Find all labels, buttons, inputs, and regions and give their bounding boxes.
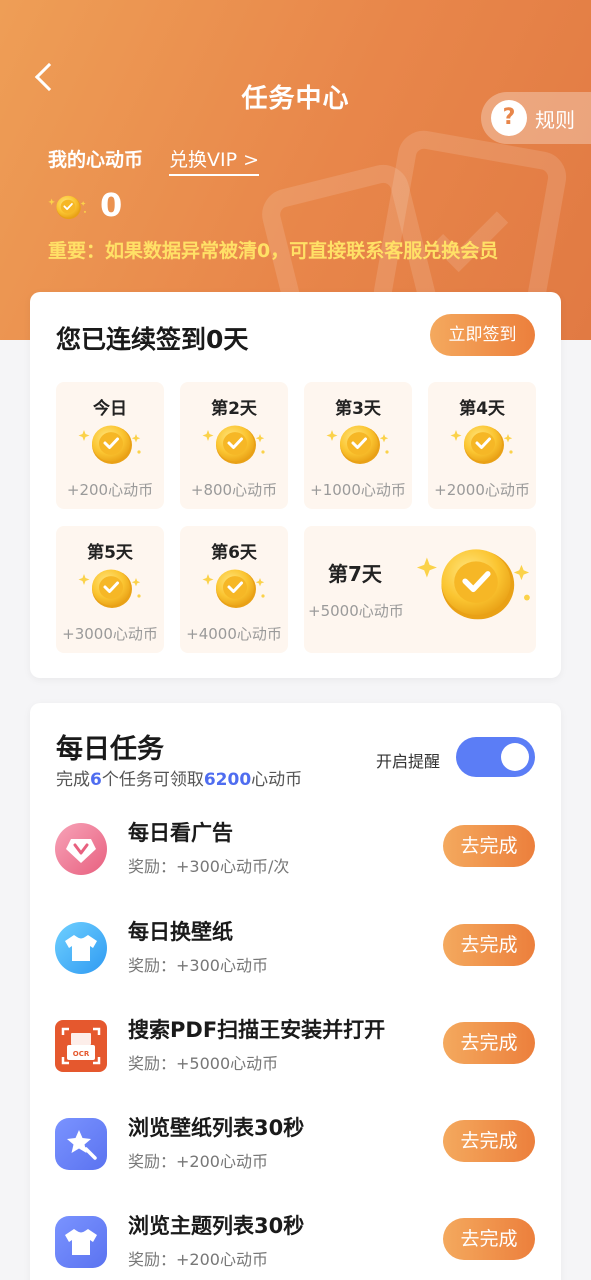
daily-tasks-title: 每日任务 <box>56 734 164 765</box>
subtitle-suffix: 心动币 <box>251 770 303 790</box>
day-label: 今日 <box>93 399 127 419</box>
go-complete-button[interactable]: 去完成 <box>443 1218 535 1260</box>
question-icon: ? <box>491 100 527 136</box>
task-name: 浏览壁纸列表30秒 <box>128 1116 305 1140</box>
my-coins-label: 我的心动币 <box>48 149 144 171</box>
task-reward: 奖励：+300心动币/次 <box>128 857 290 876</box>
checkin-title: 您已连续签到0天 <box>56 325 249 354</box>
daily-tasks-card: 每日任务 完成6个任务可领取6200心动币 开启提醒 每日看广告 奖励：+300… <box>30 703 561 1280</box>
daily-tasks-subtitle: 完成6个任务可领取6200心动币 <box>56 765 302 790</box>
task-name: 搜索PDF扫描王安装并打开 <box>128 1018 386 1042</box>
coin-icon <box>202 568 268 608</box>
task-reward: 奖励：+5000心动币 <box>128 1054 279 1073</box>
checkin-day-1[interactable]: 今日 +200心动币 <box>56 382 164 509</box>
task-count: 6 <box>90 770 102 790</box>
checkin-day-7[interactable]: 第7天 +5000心动币 <box>304 526 536 653</box>
ad-video-icon <box>55 823 107 875</box>
task-row-pdf-scanner: OCR 搜索PDF扫描王安装并打开 奖励：+5000心动币 去完成 <box>30 1006 561 1096</box>
total-reward: 6200 <box>203 770 252 790</box>
coin-icon <box>326 424 392 464</box>
checkin-day-6[interactable]: 第6天 +4000心动币 <box>180 526 288 653</box>
coin-icon <box>78 568 144 608</box>
reminder-toggle[interactable] <box>456 737 535 777</box>
ocr-scanner-icon: OCR <box>55 1020 107 1072</box>
coin-icon <box>48 190 88 224</box>
go-complete-button[interactable]: 去完成 <box>443 825 535 867</box>
rules-label: 规则 <box>535 108 575 132</box>
day-reward: +4000心动币 <box>186 625 282 643</box>
day-label: 第2天 <box>211 399 257 419</box>
notice-text: 重要：如果数据异常被清0，可直接联系客服兑换会员 <box>48 240 499 262</box>
task-row-watch-ads: 每日看广告 奖励：+300心动币/次 去完成 <box>30 809 561 899</box>
sign-in-button[interactable]: 立即签到 <box>430 314 535 356</box>
coin-icon <box>78 424 144 464</box>
task-row-browse-wallpapers: 浏览壁纸列表30秒 奖励：+200心动币 去完成 <box>30 1104 561 1194</box>
task-reward: 奖励：+200心动币 <box>128 1250 268 1269</box>
toggle-knob <box>501 743 529 771</box>
day-reward: +2000心动币 <box>434 481 530 499</box>
theme-shirt-icon <box>55 1216 107 1268</box>
day-reward: +3000心动币 <box>62 625 158 643</box>
task-reward: 奖励：+300心动币 <box>128 956 268 975</box>
go-complete-button[interactable]: 去完成 <box>443 1022 535 1064</box>
coin-balance: 0 <box>100 186 123 224</box>
checkin-day-2[interactable]: 第2天 +800心动币 <box>180 382 288 509</box>
coin-icon <box>450 424 516 464</box>
subtitle-mid: 个任务可领取 <box>101 770 204 790</box>
coin-icon <box>202 424 268 464</box>
reminder-label: 开启提醒 <box>376 752 441 771</box>
go-complete-button[interactable]: 去完成 <box>443 1120 535 1162</box>
tshirt-icon <box>55 922 107 974</box>
go-complete-button[interactable]: 去完成 <box>443 924 535 966</box>
coin-large-icon <box>416 544 536 622</box>
checkin-day-5[interactable]: 第5天 +3000心动币 <box>56 526 164 653</box>
day-label: 第5天 <box>87 543 133 563</box>
day-reward: +200心动币 <box>66 481 154 499</box>
task-row-change-wallpaper: 每日换壁纸 奖励：+300心动币 去完成 <box>30 908 561 998</box>
day-reward: +5000心动币 <box>308 602 404 620</box>
exchange-vip-link[interactable]: 兑换VIP > <box>169 145 260 176</box>
task-name: 浏览主题列表30秒 <box>128 1214 305 1238</box>
task-name: 每日看广告 <box>128 821 233 845</box>
task-row-browse-themes: 浏览主题列表30秒 奖励：+200心动币 去完成 <box>30 1202 561 1280</box>
task-name: 每日换壁纸 <box>128 920 233 944</box>
day-label: 第3天 <box>335 399 381 419</box>
day-reward: +1000心动币 <box>310 481 406 499</box>
task-reward: 奖励：+200心动币 <box>128 1152 268 1171</box>
day-label: 第7天 <box>328 562 382 586</box>
checkin-card: 您已连续签到0天 立即签到 今日 +200心动币 第2天 +800心动币 第3天… <box>30 292 561 678</box>
rules-button[interactable]: ? 规则 <box>481 92 591 144</box>
day-reward: +800心动币 <box>190 481 278 499</box>
subtitle-prefix: 完成 <box>56 770 90 790</box>
svg-text:OCR: OCR <box>73 1050 90 1058</box>
checkin-day-4[interactable]: 第4天 +2000心动币 <box>428 382 536 509</box>
day-label: 第4天 <box>459 399 505 419</box>
day-label: 第6天 <box>211 543 257 563</box>
magic-wand-icon <box>55 1118 107 1170</box>
checkin-day-3[interactable]: 第3天 +1000心动币 <box>304 382 412 509</box>
